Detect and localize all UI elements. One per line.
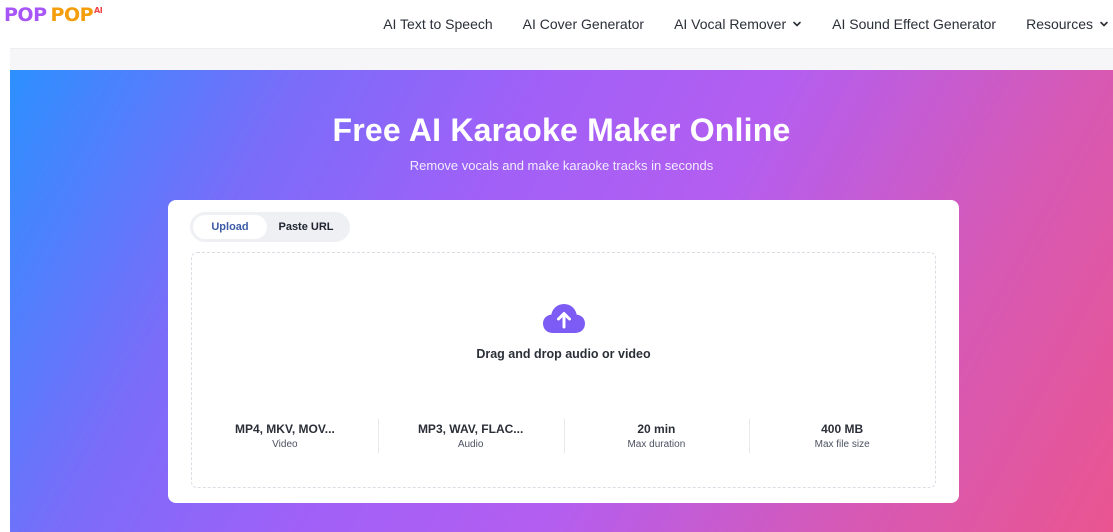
hero-section: Free AI Karaoke Maker Online Remove voca… [10,70,1113,532]
page: POP POP AI AI Text to Speech AI Cover Ge… [0,0,1113,532]
cloud-upload-icon [543,304,585,333]
spec-video: MP4, MKV, MOV... Video [192,419,378,455]
spec-label: Max file size [814,439,870,450]
main-nav: AI Text to Speech AI Cover Generator AI … [353,0,1113,48]
tab-paste-url[interactable]: Paste URL [267,215,345,239]
nav-ai-vocal-remover[interactable]: AI Vocal Remover [674,16,802,32]
spec-value: MP4, MKV, MOV... [234,422,335,436]
spec-max-file-size: 400 MB Max file size [749,419,935,455]
subheader-bar [10,48,1113,70]
nav-resources[interactable]: Resources [1026,16,1109,32]
logo-word-2: POP [50,4,94,26]
spec-audio: MP3, WAV, FLAC... Audio [377,419,564,455]
nav-label: Resources [1026,16,1093,32]
brand-logo[interactable]: POP POP AI [4,4,103,26]
upload-card: Upload Paste URL Drag and drop audio or … [168,200,959,503]
nav-label: AI Cover Generator [522,16,645,32]
chevron-down-icon [793,21,801,27]
top-navbar: POP POP AI AI Text to Speech AI Cover Ge… [0,0,1113,48]
nav-label: AI Sound Effect Generator [832,16,997,32]
nav-label: AI Vocal Remover [674,16,787,32]
spec-value: 400 MB [821,422,864,436]
file-dropzone[interactable]: Drag and drop audio or video MP4, MKV, M… [191,252,936,488]
dropzone-instruction: Drag and drop audio or video [476,347,651,361]
upload-mode-tabs: Upload Paste URL [190,212,350,242]
page-subtitle: Remove vocals and make karaoke tracks in… [409,158,714,173]
spec-label: Max duration [627,439,686,450]
nav-ai-cover-generator[interactable]: AI Cover Generator [523,16,644,32]
nav-ai-sound-effect-generator[interactable]: AI Sound Effect Generator [832,16,996,32]
logo-word-1: POP [4,4,47,26]
spec-label: Video [272,439,298,450]
nav-ai-text-to-speech[interactable]: AI Text to Speech [383,16,492,32]
logo-ai-suffix: AI [94,6,103,15]
spec-value: 20 min [637,422,676,436]
nav-label: AI Text to Speech [383,16,493,32]
spec-value: MP3, WAV, FLAC... [417,422,524,436]
tab-upload[interactable]: Upload [193,215,267,239]
spec-label: Audio [457,439,484,450]
chevron-down-icon [1100,21,1108,27]
spec-max-duration: 20 min Max duration [563,419,750,455]
upload-specs: MP4, MKV, MOV... Video MP3, WAV, FLAC...… [192,419,935,455]
page-title: Free AI Karaoke Maker Online [332,112,791,148]
